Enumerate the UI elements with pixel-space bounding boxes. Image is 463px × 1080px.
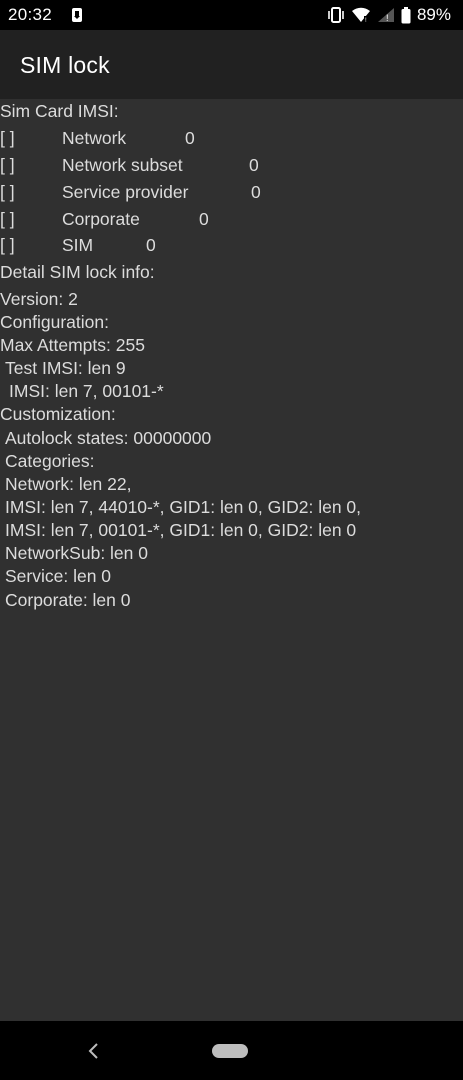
lock-count: 0 [185,128,195,148]
detail-line: Version: 2 [0,289,78,309]
lock-row: [ ] Service provider 0 [0,182,463,206]
home-pill-icon[interactable] [212,1044,248,1058]
lock-checkbox: [ ] [0,155,15,175]
battery-icon [401,6,411,23]
lock-count: 0 [249,155,259,175]
status-time: 20:32 [8,5,53,24]
lock-name: Network [62,128,127,148]
lock-name: SIM [62,235,94,255]
lock-name: Service provider [62,182,189,202]
lock-row: [ ] Network subset 0 [0,155,463,179]
detail-line: Network: len 22, [5,474,132,494]
navigation-bar [0,1021,463,1080]
detail-line: Max Attempts: 255 [0,335,145,355]
svg-text:!: ! [365,18,367,23]
lock-row: [ ] SIM 0 [0,235,463,259]
lock-row: [ ] Network 0 [0,128,463,152]
lock-name: Corporate [62,209,140,229]
detail-line: Customization: [0,404,116,424]
detail-line: Corporate: len 0 [5,590,131,610]
lock-checkbox: [ ] [0,235,15,255]
detail-line: Autolock states: 00000000 [5,428,212,448]
lock-checkbox: [ ] [0,182,15,202]
vibrate-icon [328,7,344,23]
detail-line: Test IMSI: len 9 [5,358,126,378]
lock-count: 0 [146,235,156,255]
battery-percent: 89% [416,5,451,24]
download-notification-icon [72,8,82,22]
cellular-signal-icon: ! [377,8,394,23]
back-icon[interactable] [86,1041,100,1061]
detail-line: Service: len 0 [5,566,112,586]
lock-checkbox: [ ] [0,128,15,148]
app-bar: SIM lock [0,30,463,99]
status-bar: 20:32 ! ! 89% [0,0,463,30]
lock-count: 0 [251,182,261,202]
detail-header: Detail SIM lock info: [0,262,155,282]
detail-line: Configuration: [0,312,109,332]
lock-row: [ ] Corporate 0 [0,209,463,233]
wifi-icon: ! [351,7,370,23]
lock-name: Network subset [62,155,183,175]
detail-line: IMSI: len 7, 00101-*, GID1: len 0, GID2:… [5,520,357,540]
detail-line: NetworkSub: len 0 [5,543,148,563]
detail-line: Categories: [5,451,95,471]
detail-line: IMSI: len 7, 00101-* [9,381,164,401]
imsi-header: Sim Card IMSI: [0,101,119,121]
lock-count: 0 [199,209,209,229]
page-title: SIM lock [20,52,110,78]
status-icons: ! ! 89% [327,5,451,25]
svg-text:!: ! [386,13,389,23]
lock-checkbox: [ ] [0,209,15,229]
detail-line: IMSI: len 7, 44010-*, GID1: len 0, GID2:… [5,497,362,517]
